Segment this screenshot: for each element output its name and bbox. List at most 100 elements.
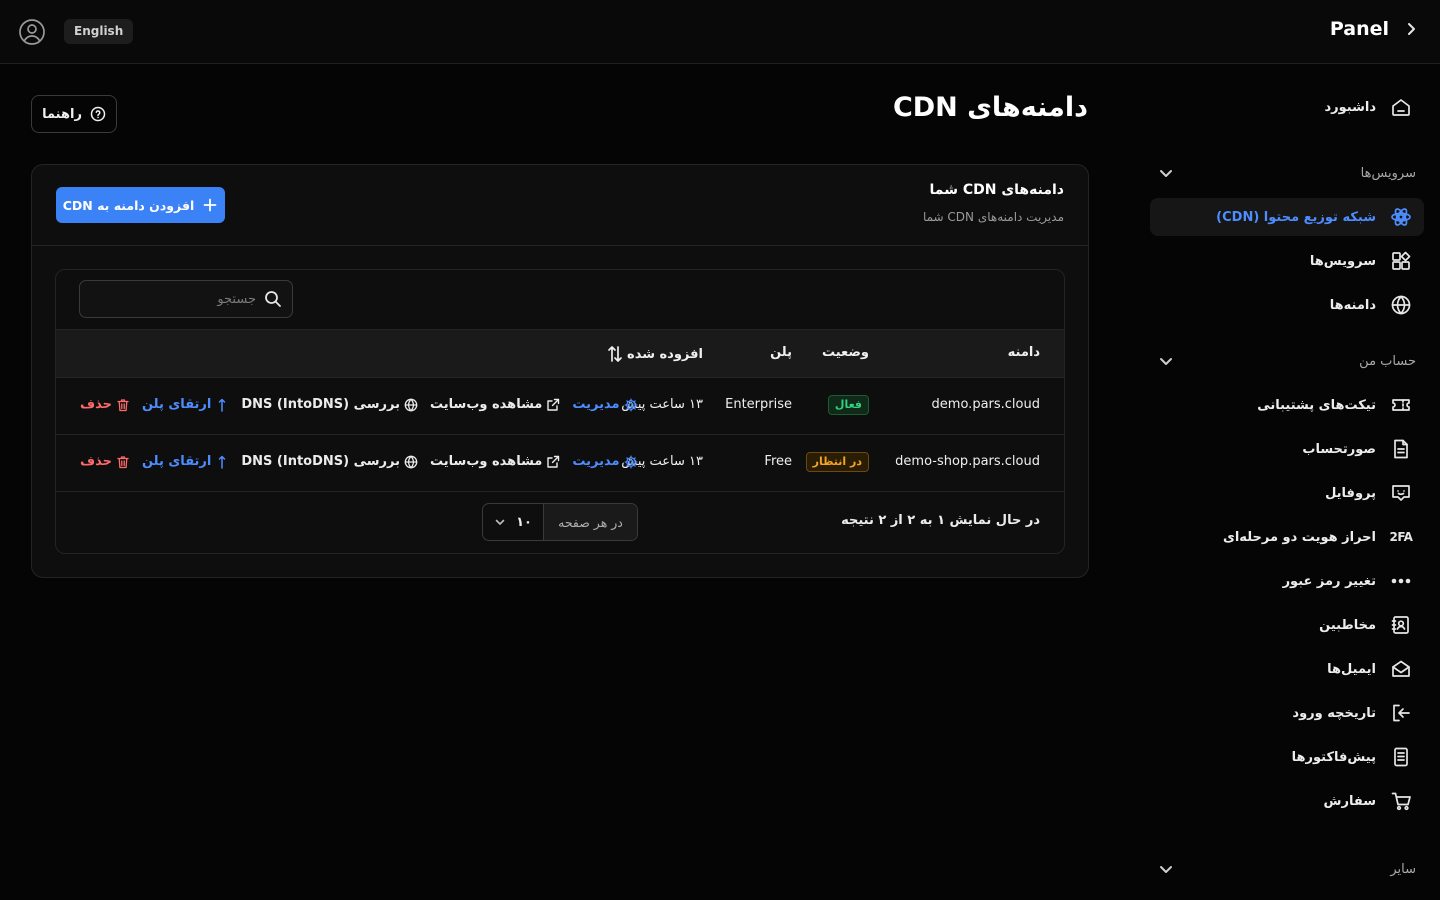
contacts-icon — [1390, 614, 1412, 636]
domain-cell: demo-shop.pars.cloud — [895, 454, 1040, 469]
sidebar-item-invoice[interactable]: صورتحساب — [1150, 430, 1424, 468]
row-actions: مدیریت مشاهده وب‌سایت بررسی DNS (IntoDNS… — [80, 454, 638, 469]
page-title: دامنه‌های CDN — [892, 92, 1088, 123]
sidebar-item-label: شبکه توزیع محتوا (CDN) — [1216, 209, 1376, 225]
user-avatar-icon[interactable] — [18, 18, 46, 46]
per-page-select[interactable]: در هر صفحه ۱۰ — [482, 503, 638, 541]
sidebar-item-domains[interactable]: دامنه‌ها — [1150, 286, 1424, 324]
sidebar-item-proforma[interactable]: پیش‌فاکتورها — [1150, 738, 1424, 776]
sort-icon — [607, 345, 623, 363]
per-page-dropdown[interactable]: ۱۰ — [483, 504, 543, 540]
delete-link[interactable]: حذف — [80, 454, 130, 469]
brand[interactable]: Panel — [1330, 18, 1419, 40]
upgrade-plan-link[interactable]: ارتقای پلن — [142, 454, 229, 469]
cdn-network-icon — [1390, 206, 1412, 228]
guide-button[interactable]: راهنما — [31, 95, 117, 133]
sidebar-item-label: صورتحساب — [1302, 441, 1376, 457]
delete-link-label: حذف — [80, 454, 112, 469]
table-row: demo.pars.cloud فعال Enterprise ۱۳ ساعت … — [56, 378, 1064, 435]
sidebar-section-label: حساب من — [1359, 353, 1416, 369]
add-domain-button[interactable]: افزودن دامنه به CDN — [56, 187, 225, 223]
password-icon — [1390, 570, 1412, 592]
status-badge-label: فعال — [827, 395, 869, 415]
sidebar-item-tickets[interactable]: تیکت‌های پشتیبانی — [1150, 386, 1424, 424]
sidebar-item-login-history[interactable]: تاریخچه ورود — [1150, 694, 1424, 732]
globe-icon — [1390, 294, 1412, 316]
top-bar: English Panel — [0, 0, 1440, 64]
delete-link[interactable]: حذف — [80, 397, 130, 412]
sidebar-item-label: تیکت‌های پشتیبانی — [1257, 397, 1376, 413]
card-header: دامنه‌های CDN شما مدیریت دامنه‌های CDN ش… — [32, 165, 1088, 246]
sidebar-item-cdn[interactable]: شبکه توزیع محتوا (CDN) — [1150, 198, 1424, 236]
view-website-link[interactable]: مشاهده وب‌سایت — [430, 454, 560, 469]
search-row — [56, 270, 1064, 330]
globe-icon — [404, 455, 418, 469]
delete-link-label: حذف — [80, 397, 112, 412]
search-icon — [264, 290, 282, 308]
sidebar-item-dashboard[interactable]: داشبورد — [1150, 88, 1424, 126]
plus-icon — [202, 197, 218, 213]
mail-icon — [1390, 658, 1412, 680]
dns-check-link[interactable]: بررسی DNS (IntoDNS) — [241, 397, 418, 412]
sidebar-item-change-password[interactable]: تغییر رمز عبور — [1150, 562, 1424, 600]
domain-cell: demo.pars.cloud — [931, 397, 1040, 412]
table-row: demo-shop.pars.cloud در انتظار Free ۱۳ س… — [56, 435, 1064, 492]
sidebar-item-profile[interactable]: پروفایل — [1150, 474, 1424, 512]
add-domain-button-label: افزودن دامنه به CDN — [62, 197, 195, 213]
sidebar-section-other[interactable]: سایر — [1150, 850, 1424, 888]
trash-icon — [116, 455, 130, 469]
sidebar-item-emails[interactable]: ایمیل‌ها — [1150, 650, 1424, 688]
home-icon — [1390, 96, 1412, 118]
view-website-link[interactable]: مشاهده وب‌سایت — [430, 397, 560, 412]
external-link-icon — [546, 398, 560, 412]
sidebar-section-account[interactable]: حساب من — [1150, 342, 1424, 380]
sidebar-section-services[interactable]: سرویس‌ها — [1150, 154, 1424, 192]
view-website-link-label: مشاهده وب‌سایت — [430, 454, 543, 469]
sidebar-item-order[interactable]: سفارش — [1150, 782, 1424, 820]
plan-cell: Enterprise — [725, 397, 792, 412]
column-header-domain[interactable]: دامنه — [1008, 345, 1040, 360]
manage-link[interactable]: مدیریت — [572, 454, 637, 469]
pagination-summary: در حال نمایش ۱ به ۲ از ۲ نتیجه — [841, 513, 1040, 528]
dns-check-link-label: بررسی DNS (IntoDNS) — [241, 397, 401, 412]
invoice-icon — [1390, 438, 1412, 460]
profile-icon — [1390, 482, 1412, 504]
services-icon — [1390, 250, 1412, 272]
sidebar-item-label: داشبورد — [1324, 99, 1376, 115]
status-badge-label: در انتظار — [805, 452, 869, 472]
help-circle-icon — [90, 106, 106, 122]
arrow-up-icon — [215, 398, 229, 412]
language-switch-button[interactable]: English — [64, 19, 134, 44]
sidebar-item-2fa[interactable]: 2FA احراز هویت دو مرحله‌ای — [1150, 518, 1424, 556]
upgrade-plan-link[interactable]: ارتقای پلن — [142, 397, 229, 412]
row-actions: مدیریت مشاهده وب‌سایت بررسی DNS (IntoDNS… — [80, 397, 638, 412]
guide-button-label: راهنما — [42, 106, 82, 122]
chevron-down-icon — [1158, 353, 1174, 369]
card-subtitle: مدیریت دامنه‌های CDN شما — [922, 210, 1064, 224]
status-badge: در انتظار — [805, 452, 869, 472]
sidebar-item-label: سرویس‌ها — [1309, 253, 1376, 269]
sidebar-item-contacts[interactable]: مخاطبین — [1150, 606, 1424, 644]
dns-check-link[interactable]: بررسی DNS (IntoDNS) — [241, 454, 418, 469]
per-page-value: ۱۰ — [516, 514, 532, 530]
search-box[interactable] — [79, 280, 293, 318]
sidebar-item-services[interactable]: سرویس‌ها — [1150, 242, 1424, 280]
card-title: دامنه‌های CDN شما — [929, 182, 1064, 198]
manage-link[interactable]: مدیریت — [572, 397, 637, 412]
column-header-added[interactable]: افزوده شده — [605, 345, 703, 363]
search-input[interactable] — [96, 291, 256, 307]
upgrade-plan-link-label: ارتقای پلن — [141, 454, 212, 469]
proforma-icon — [1390, 746, 1412, 768]
globe-icon — [404, 398, 418, 412]
cart-icon — [1390, 790, 1412, 812]
column-header-plan[interactable]: پلن — [770, 345, 792, 360]
arrow-up-icon — [215, 455, 229, 469]
view-website-link-label: مشاهده وب‌سایت — [430, 397, 543, 412]
ticket-icon — [1390, 394, 1412, 416]
trash-icon — [116, 398, 130, 412]
sidebar-item-label: تاریخچه ورود — [1292, 705, 1376, 721]
sidebar-item-label: تغییر رمز عبور — [1282, 573, 1376, 589]
plan-cell: Free — [764, 454, 792, 469]
sidebar-section-label: سایر — [1390, 861, 1416, 877]
column-header-status[interactable]: وضعیت — [822, 345, 869, 360]
